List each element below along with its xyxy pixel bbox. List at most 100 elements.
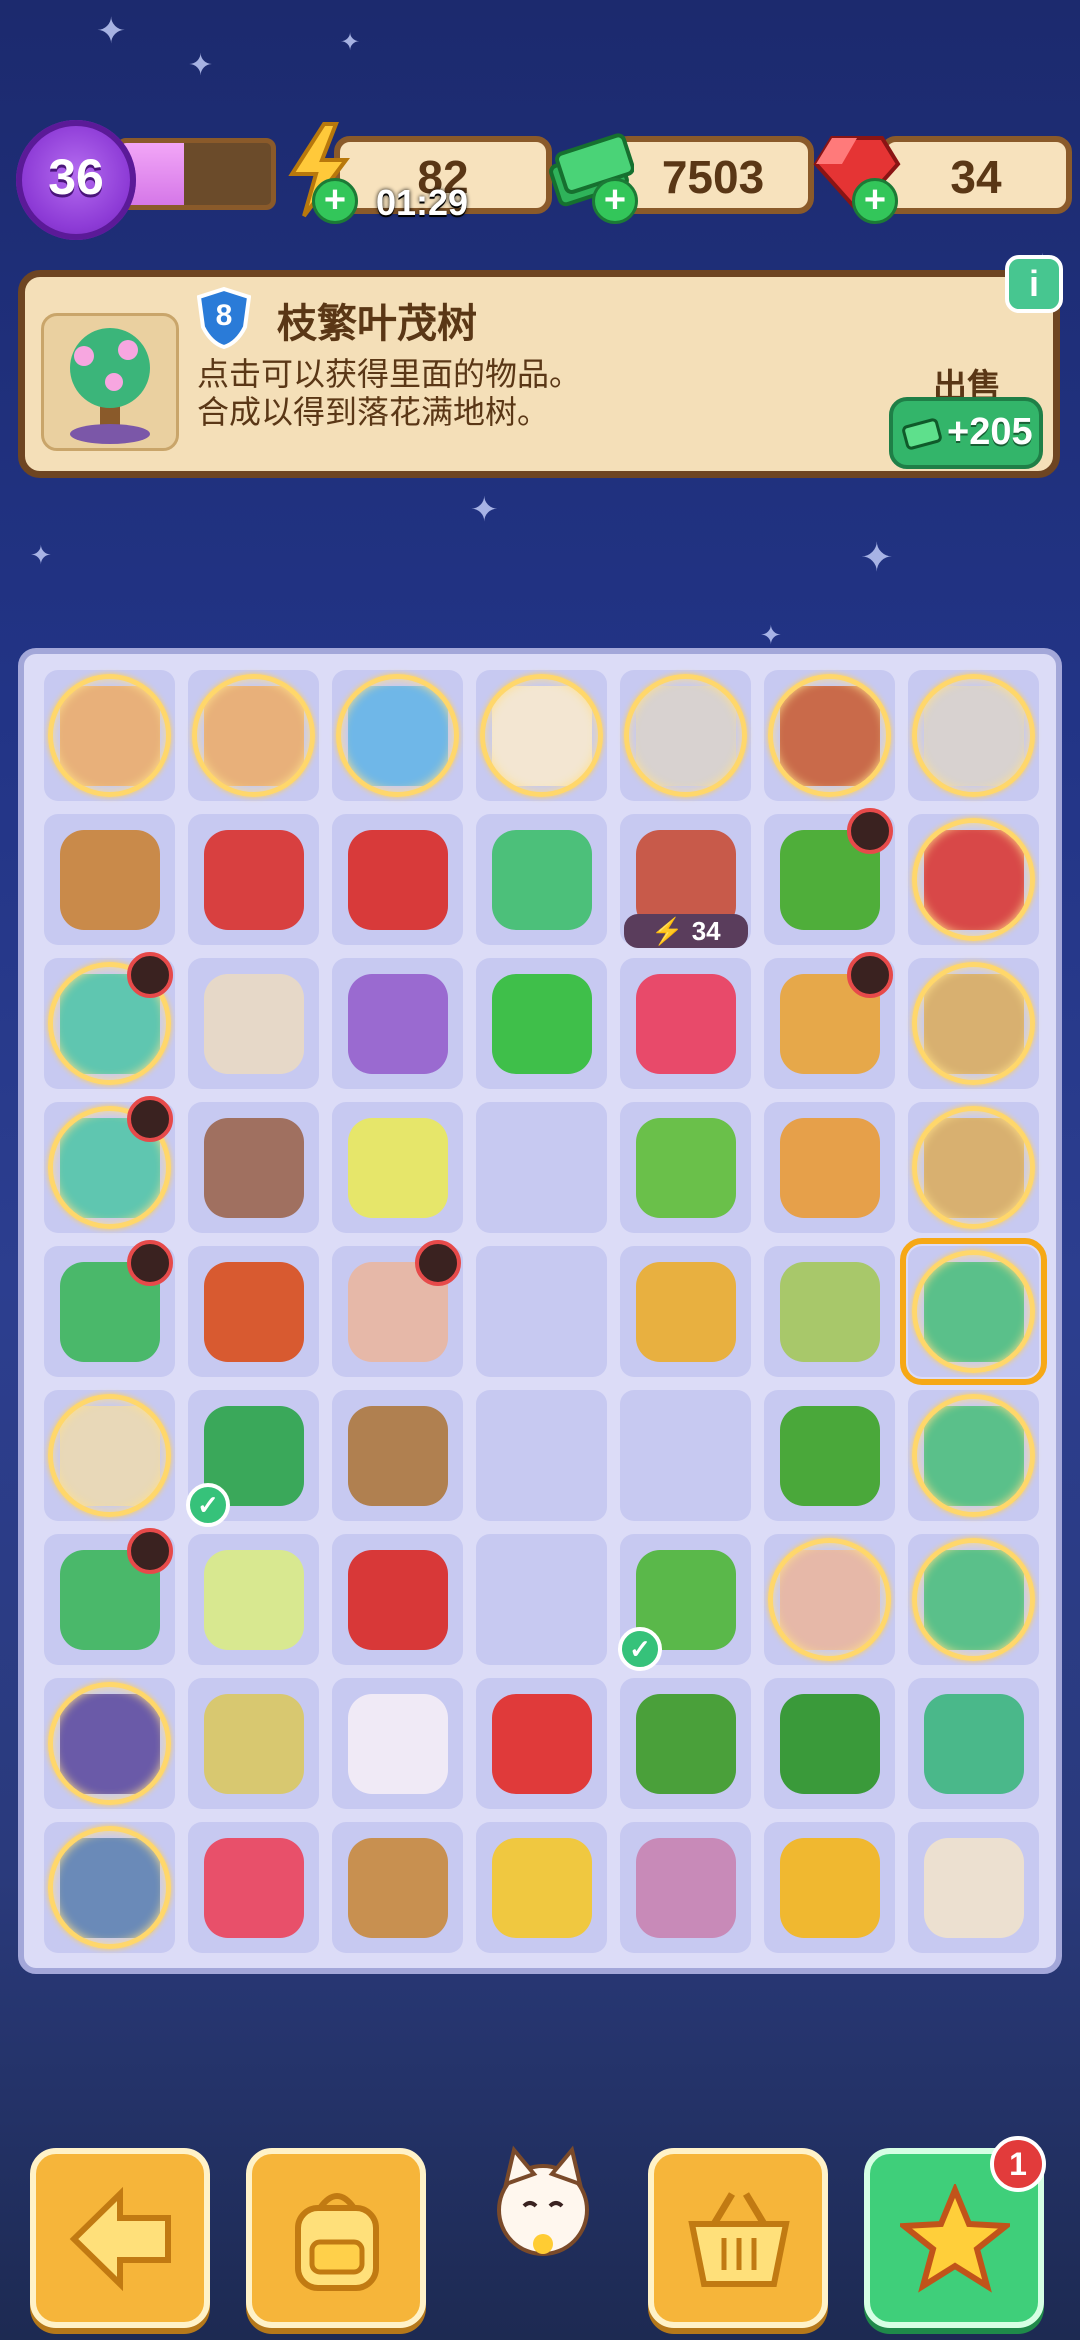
board-cell-empty[interactable]: [476, 1246, 607, 1377]
board-cell[interactable]: [332, 958, 463, 1089]
board-cell[interactable]: [620, 1822, 751, 1953]
arrow-left-icon: [69, 2186, 171, 2292]
cash-box[interactable]: 7503: [612, 136, 814, 214]
board-cell[interactable]: [188, 958, 319, 1089]
sprout-pot-icon: [636, 1118, 736, 1218]
board-cell[interactable]: [332, 1822, 463, 1953]
board-cell[interactable]: [620, 1678, 751, 1809]
board-cell[interactable]: [44, 814, 175, 945]
bubble-ring: [48, 1394, 171, 1517]
lucky-cat-icon[interactable]: [488, 2140, 598, 2260]
sky-star: ✦: [96, 10, 127, 51]
gems-value: 34: [950, 151, 1002, 203]
board-cell[interactable]: [188, 670, 319, 801]
inventory-button[interactable]: [246, 2148, 426, 2328]
board-cell[interactable]: [908, 1534, 1039, 1665]
board-cell[interactable]: [476, 814, 607, 945]
board-cell[interactable]: [188, 1822, 319, 1953]
board-cell[interactable]: [764, 1246, 895, 1377]
board-cell[interactable]: [332, 1240, 463, 1377]
energy-add-icon[interactable]: +: [312, 178, 358, 224]
cash-value: 7503: [661, 151, 765, 203]
board-cell[interactable]: [908, 814, 1039, 945]
bubble-ring: [912, 674, 1035, 797]
board-cell[interactable]: [620, 670, 751, 801]
board-cell[interactable]: [764, 952, 895, 1089]
board-cell[interactable]: [188, 814, 319, 945]
board-cell[interactable]: [900, 1238, 1047, 1385]
board-cell[interactable]: [620, 1246, 751, 1377]
board-cell[interactable]: [476, 1678, 607, 1809]
ladybug-shell-icon: [348, 1550, 448, 1650]
shop-basket-button[interactable]: [648, 2148, 828, 2328]
board-cell[interactable]: [764, 1102, 895, 1233]
board-cell[interactable]: [188, 1102, 319, 1233]
board-cell[interactable]: [44, 1678, 175, 1809]
board-cell[interactable]: [476, 958, 607, 1089]
board-cell[interactable]: [764, 808, 895, 945]
board-cell[interactable]: ✓: [186, 1390, 319, 1527]
board-cell[interactable]: [332, 1102, 463, 1233]
level-badge[interactable]: 36: [16, 120, 136, 240]
board-cell[interactable]: [764, 1390, 895, 1521]
pliers-icon: [204, 830, 304, 930]
board-cell[interactable]: [332, 814, 463, 945]
board-cell[interactable]: [332, 1390, 463, 1521]
bubble-ring: [480, 674, 603, 797]
board-cell[interactable]: [188, 1246, 319, 1377]
board-cell[interactable]: [44, 670, 175, 801]
ladybug-icon: [492, 1694, 592, 1794]
board-cell[interactable]: [908, 1390, 1039, 1521]
info-button[interactable]: i: [1005, 255, 1063, 313]
checkmark-icon: ✓: [186, 1483, 230, 1527]
beans-icon: [636, 1838, 736, 1938]
board-cell[interactable]: [908, 670, 1039, 801]
board-cell[interactable]: [620, 1102, 751, 1233]
gems-box[interactable]: 34: [880, 136, 1072, 214]
board-cell[interactable]: [332, 1534, 463, 1665]
board-cell[interactable]: [908, 958, 1039, 1089]
events-star-button[interactable]: 1: [864, 2136, 1046, 2328]
board-cell-empty[interactable]: [476, 1390, 607, 1521]
sky-star: ✦: [30, 540, 52, 570]
board-cell[interactable]: [188, 1678, 319, 1809]
board-cell[interactable]: [44, 1528, 175, 1665]
board-cell[interactable]: [476, 1822, 607, 1953]
board-cell-empty[interactable]: [620, 1390, 751, 1521]
board-cell[interactable]: [44, 1240, 175, 1377]
board-cell[interactable]: [188, 1534, 319, 1665]
board-cell[interactable]: [764, 1822, 895, 1953]
bubble-ring: [912, 1250, 1035, 1373]
board-cell[interactable]: [476, 670, 607, 801]
board-cell[interactable]: ⚡ 34: [620, 814, 751, 948]
star-icon: [900, 2184, 1010, 2293]
board-cell[interactable]: [332, 670, 463, 801]
board-cell[interactable]: [44, 1096, 175, 1233]
sky-star: ✦: [470, 491, 499, 529]
board-cell[interactable]: [764, 1534, 895, 1665]
cash-add-icon[interactable]: +: [592, 178, 638, 224]
level-value: 36: [48, 149, 104, 205]
board-cell[interactable]: [620, 958, 751, 1089]
gems-add-icon[interactable]: +: [852, 178, 898, 224]
board-cell[interactable]: [764, 1678, 895, 1809]
sell-button[interactable]: +205: [889, 397, 1043, 469]
backpack-icon: [295, 2193, 379, 2291]
board-cell[interactable]: [44, 952, 175, 1089]
magnifier-icon: [780, 1118, 880, 1218]
board-cell[interactable]: [44, 1390, 175, 1521]
board-cell[interactable]: [908, 1678, 1039, 1809]
board-cell[interactable]: [908, 1102, 1039, 1233]
cheese-icon: [780, 1838, 880, 1938]
board-cell[interactable]: [332, 1678, 463, 1809]
board-cell[interactable]: [764, 670, 895, 801]
board-cell-empty[interactable]: [476, 1534, 607, 1665]
board-cell[interactable]: [908, 1822, 1039, 1953]
board-cell-empty[interactable]: [476, 1102, 607, 1233]
lotion-bottle-icon: [348, 1118, 448, 1218]
back-button[interactable]: [30, 2148, 210, 2328]
board-grid: ⚡ 34 ✓ ✓: [44, 670, 1047, 1953]
board-cell[interactable]: [44, 1822, 175, 1953]
board-cell[interactable]: ✓: [618, 1534, 751, 1671]
sky-star: ✦: [340, 29, 361, 56]
